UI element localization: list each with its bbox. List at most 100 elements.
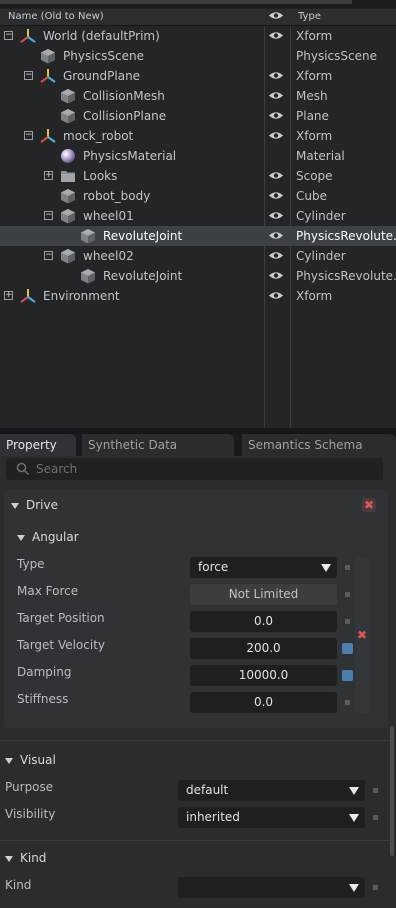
tab-property[interactable]: Property [0,434,76,456]
tree-row[interactable]: PhysicsMaterial Material [0,146,396,166]
eye-icon[interactable] [268,190,284,201]
default-indicator[interactable] [373,885,378,890]
visibility-column-header[interactable] [268,10,284,24]
purpose-dropdown[interactable]: default [178,780,365,801]
tree-row[interactable]: RevoluteJoint PhysicsRevolute... [0,266,396,286]
eye-icon[interactable] [268,210,284,221]
search-input[interactable]: Search [6,458,383,480]
remove-drive-button[interactable]: ✖ [362,498,376,512]
tree-row[interactable]: − wheel02 Cylinder [0,246,396,266]
kind-title[interactable]: Kind [20,851,46,865]
default-indicator[interactable] [345,700,350,705]
property-scrollbar[interactable] [390,726,394,856]
default-indicator[interactable] [373,788,378,793]
tree-item-name: RevoluteJoint [103,269,183,283]
tree-header: Name (Old to New) Type [0,9,396,26]
stiffness-field[interactable]: 0.0 [190,692,337,713]
chevron-down-icon [349,814,359,822]
eye-icon[interactable] [268,170,284,181]
tree-item-type: Cylinder [296,209,346,223]
eye-icon[interactable] [268,90,284,101]
kind-collapse-icon[interactable] [5,856,13,862]
tab-synthetic-data-recorder[interactable]: Synthetic Data Recorder [82,434,234,474]
collapse-icon[interactable]: − [24,131,33,140]
xform-icon [20,288,36,304]
modified-indicator[interactable] [342,670,353,681]
tree-item-type: Xform [296,289,333,303]
material-sphere-icon [60,148,76,164]
eye-icon[interactable] [268,250,284,261]
name-column-header[interactable]: Name (Old to New) [8,11,104,22]
collapse-icon[interactable]: − [24,71,33,80]
tree-row[interactable]: − GroundPlane Xform [0,66,396,86]
search-icon [16,462,30,476]
default-indicator[interactable] [345,592,350,597]
tree-row[interactable]: − World (defaultPrim) Xform [0,26,396,46]
default-indicator[interactable] [373,815,378,820]
kind-dropdown[interactable] [178,877,365,898]
tree-row[interactable]: robot_body Cube [0,186,396,206]
eye-icon[interactable] [268,130,284,141]
tab-semantics-schema-editor[interactable]: Semantics Schema Editor [242,434,396,474]
section-divider [0,840,390,841]
visibility-dropdown[interactable]: inherited [178,807,365,828]
type-value: force [198,560,229,574]
tree-row[interactable]: + Environment Xform [0,286,396,306]
angular-collapse-icon[interactable] [17,535,25,541]
tree-row[interactable]: CollisionMesh Mesh [0,86,396,106]
tree-item-name: RevoluteJoint [103,229,183,243]
tree-item-type: Material [296,149,345,163]
collapse-icon[interactable]: − [4,31,13,40]
tree-item-type: Plane [296,109,329,123]
damping-field[interactable]: 10000.0 [190,665,337,686]
modified-indicator[interactable] [342,643,353,654]
visual-collapse-icon[interactable] [5,758,13,764]
top-scroll-strip [0,0,396,8]
tree-row[interactable]: PhysicsScene PhysicsScene [0,46,396,66]
default-indicator[interactable] [345,565,350,570]
purpose-value: default [186,783,229,797]
expand-icon[interactable]: + [44,171,53,180]
max-force-label: Max Force [17,584,79,598]
target-position-field[interactable]: 0.0 [190,611,337,632]
eye-icon[interactable] [268,230,284,241]
visibility-value: inherited [186,810,240,824]
remove-angular-button[interactable]: ✖ [355,628,369,642]
target-velocity-field[interactable]: 200.0 [190,638,337,659]
eye-icon[interactable] [268,30,284,41]
type-dropdown[interactable]: force [190,557,337,578]
tree-item-type: PhysicsScene [296,49,377,63]
tree-row[interactable]: RevoluteJoint PhysicsRevolute... [0,226,396,246]
eye-icon[interactable] [268,70,284,81]
angular-title[interactable]: Angular [32,530,79,544]
tree-item-name: CollisionMesh [83,89,165,103]
expand-icon[interactable]: + [4,291,13,300]
collapse-icon[interactable]: − [44,211,53,220]
tree-item-name: Looks [83,169,118,183]
drive-collapse-icon[interactable] [11,503,19,509]
tree-row[interactable]: + Looks Scope [0,166,396,186]
default-indicator[interactable] [345,619,350,624]
tree-item-name: World (defaultPrim) [43,29,160,43]
tree-item-name: CollisionPlane [83,109,167,123]
type-label: Type [17,557,45,571]
tree-row[interactable]: CollisionPlane Plane [0,106,396,126]
visual-title[interactable]: Visual [20,753,56,767]
max-force-field[interactable]: Not Limited [190,584,337,605]
collapse-icon[interactable]: − [44,251,53,260]
tree-row[interactable]: − mock_robot Xform [0,126,396,146]
cube-icon [80,268,96,284]
cube-icon [60,208,76,224]
tree-row[interactable]: − wheel01 Cylinder [0,206,396,226]
xform-icon [20,28,36,44]
eye-icon[interactable] [268,270,284,281]
drive-title[interactable]: Drive [26,498,58,512]
eye-icon[interactable] [268,290,284,301]
horizontal-scrollbar[interactable] [0,0,352,4]
cube-icon [40,48,56,64]
search-placeholder: Search [36,462,78,476]
target-position-label: Target Position [17,611,105,625]
target-velocity-label: Target Velocity [17,638,106,652]
type-column-header[interactable]: Type [298,11,321,22]
eye-icon[interactable] [268,110,284,121]
